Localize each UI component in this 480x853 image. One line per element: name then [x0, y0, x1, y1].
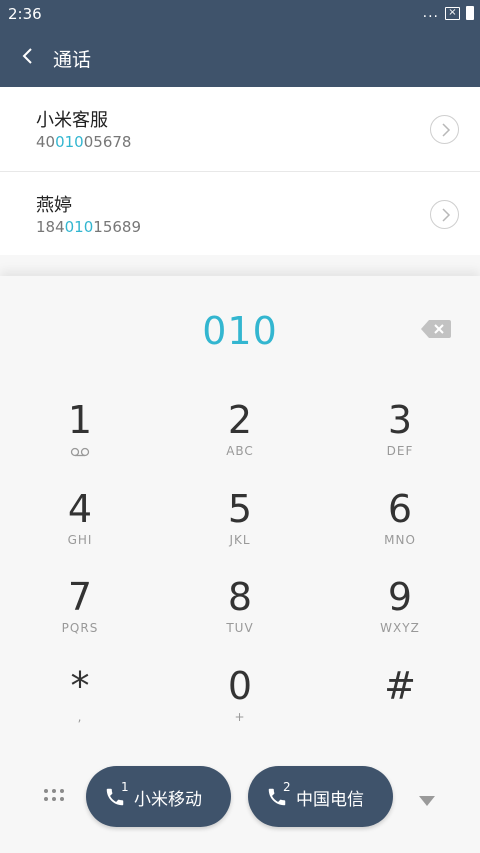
contact-name: 小米客服 [36, 110, 108, 131]
grid-menu-button[interactable] [42, 785, 66, 809]
triangle-down-icon [419, 796, 435, 806]
title-bar: 通话 [0, 28, 480, 87]
call-sim2-button[interactable]: 2 中国电信 [248, 766, 393, 827]
key-0[interactable]: 0 + [180, 664, 300, 744]
call-carrier-label: 中国电信 [296, 790, 364, 810]
key-star[interactable]: * , [20, 664, 140, 744]
backspace-icon [421, 320, 451, 338]
status-bar: 2:36 ... × [0, 0, 480, 28]
key-6[interactable]: 6 MNO [340, 487, 460, 567]
key-5[interactable]: 5 JKL [180, 487, 300, 567]
key-4[interactable]: 4 GHI [20, 487, 140, 567]
key-2[interactable]: 2 ABC [180, 398, 300, 478]
key-hash[interactable]: # [340, 664, 460, 744]
number-match-highlight: 010 [64, 218, 94, 236]
sim-number-badge: 2 [283, 780, 291, 794]
status-time: 2:36 [8, 5, 42, 23]
back-arrow-icon [22, 48, 32, 64]
contact-name: 燕婷 [36, 195, 72, 216]
key-9[interactable]: 9 WXYZ [340, 575, 460, 655]
chevron-right-icon [442, 123, 451, 137]
page-title: 通话 [53, 49, 92, 71]
contact-detail-button[interactable] [430, 200, 459, 229]
key-8[interactable]: 8 TUV [180, 575, 300, 655]
sim-disabled-icon: × [445, 6, 460, 20]
sim-number-badge: 1 [121, 780, 129, 794]
contact-results-list: 小米客服 4001005678 燕婷 18401015689 [0, 87, 480, 255]
contact-result[interactable]: 小米客服 4001005678 [0, 87, 480, 171]
contact-result[interactable]: 燕婷 18401015689 [0, 171, 480, 255]
number-match-highlight: 010 [55, 133, 84, 151]
chevron-right-icon [442, 208, 451, 222]
contact-number: 4001005678 [36, 133, 132, 151]
battery-icon [466, 6, 474, 20]
call-carrier-label: 小米移动 [134, 790, 202, 810]
contact-number: 18401015689 [36, 218, 141, 236]
backspace-button[interactable] [420, 318, 452, 340]
key-7[interactable]: 7 PQRS [20, 575, 140, 655]
more-notifications-icon: ... [422, 5, 439, 21]
key-1[interactable]: 1 [20, 398, 140, 478]
collapse-dialpad-button[interactable] [418, 792, 436, 806]
call-sim1-button[interactable]: 1 小米移动 [86, 766, 231, 827]
contact-detail-button[interactable] [430, 115, 459, 144]
grid-dots-icon [44, 789, 64, 801]
dialpad-panel: 010 1 2 ABC 3 DEF 4 GHI 5 JKL 6 MNO 7 PQ… [0, 276, 480, 853]
voicemail-icon [70, 447, 90, 457]
status-icons: ... × [423, 6, 474, 20]
dialed-number[interactable]: 010 [0, 309, 480, 353]
key-3[interactable]: 3 DEF [340, 398, 460, 478]
back-button[interactable] [14, 42, 44, 72]
